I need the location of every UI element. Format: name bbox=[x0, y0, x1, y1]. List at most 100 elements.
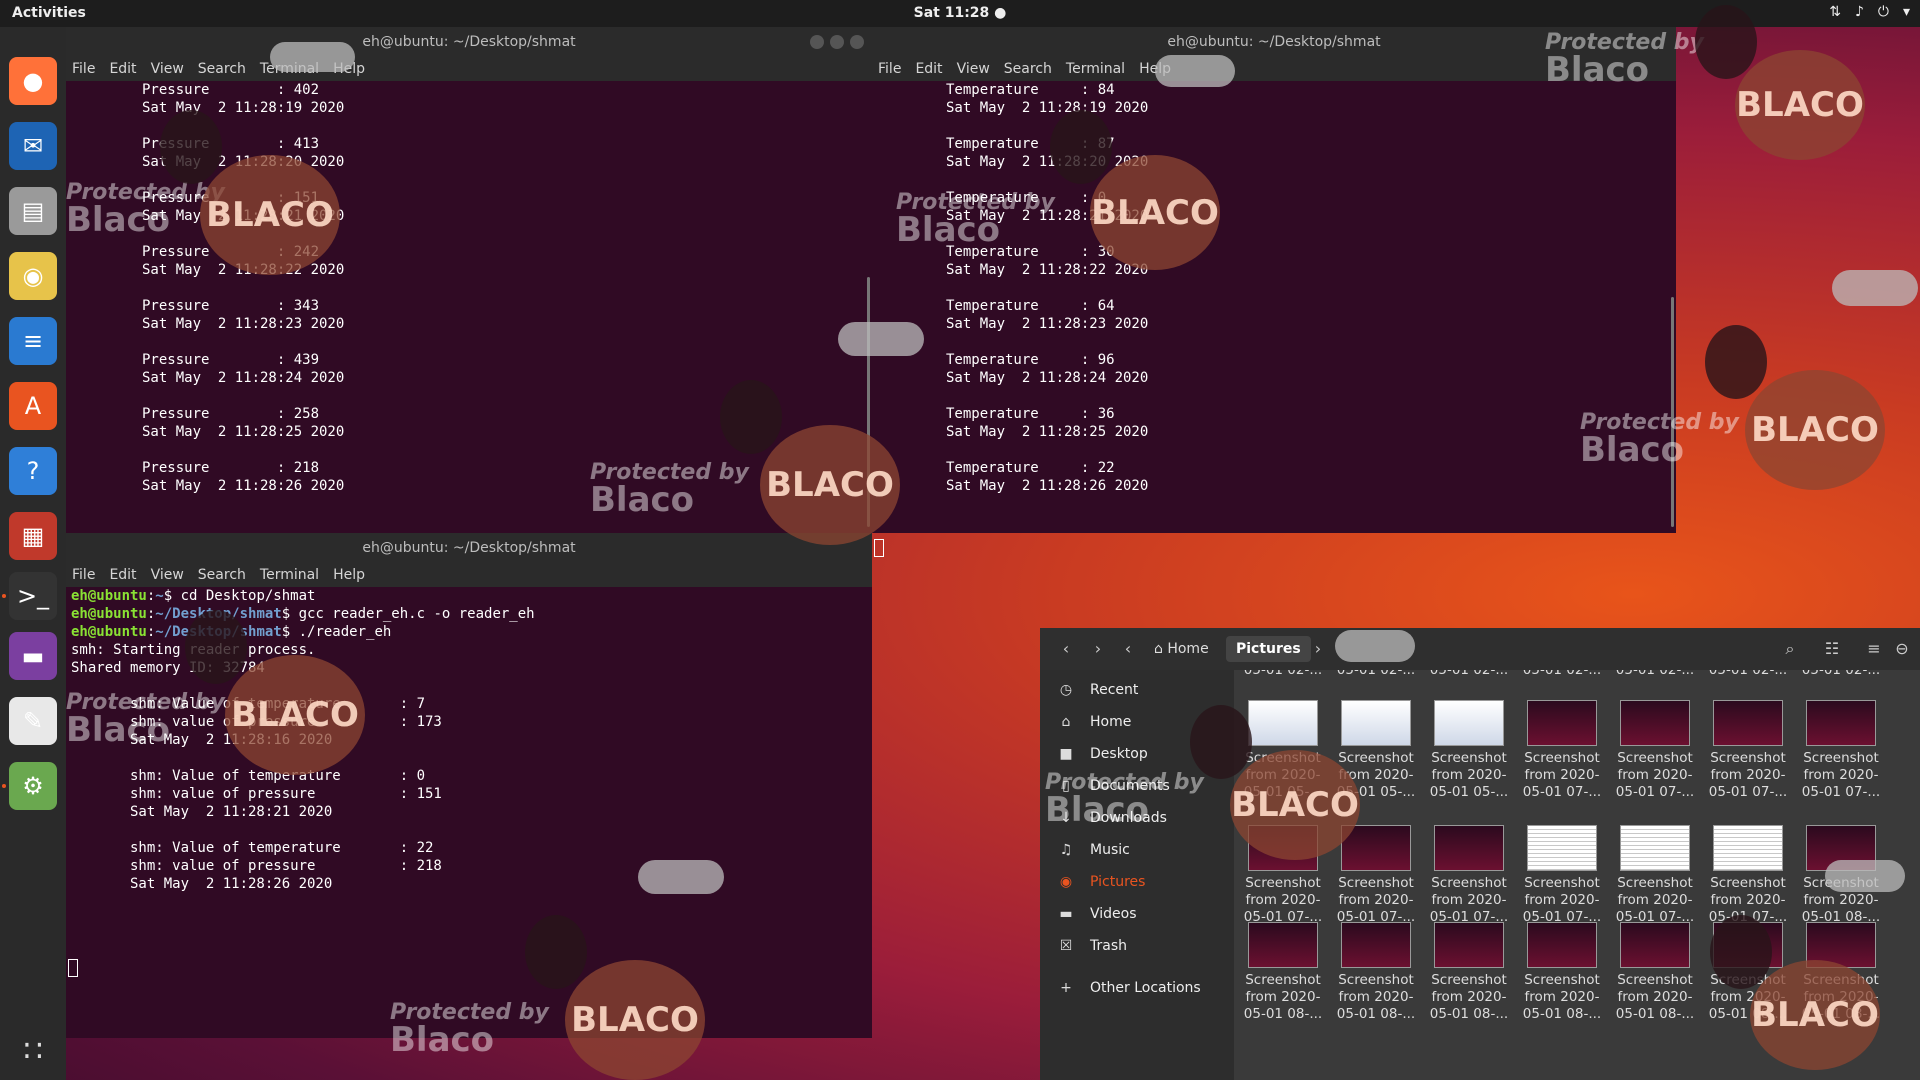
menu-item-file[interactable]: File bbox=[878, 57, 901, 81]
breadcrumb-left-button[interactable]: ‹ bbox=[1120, 636, 1136, 662]
file-item-partial[interactable]: 05-01 02-... bbox=[1796, 670, 1886, 679]
sidebar-item-other-locations[interactable]: + Other Locations bbox=[1040, 972, 1234, 1004]
menu-item-view[interactable]: View bbox=[957, 57, 990, 81]
file-item-partial[interactable]: 05-01 02-... bbox=[1424, 670, 1514, 679]
file-item[interactable]: Screenshotfrom 2020-05-01 08-... bbox=[1424, 922, 1514, 1023]
file-thumbnail bbox=[1248, 700, 1318, 746]
show-applications-button[interactable]: ∷ bbox=[9, 1027, 57, 1075]
menu-button[interactable]: ≡ bbox=[1860, 636, 1888, 662]
terminal-window-pressure[interactable]: eh@ubuntu: ~/Desktop/shmat File Edit View S… bbox=[66, 27, 872, 557]
firefox-launcher[interactable]: ● bbox=[9, 57, 57, 105]
menu-item-help[interactable]: Help bbox=[333, 563, 365, 587]
volume-icon[interactable]: ♪ bbox=[1855, 4, 1864, 20]
rhythmbox-launcher[interactable]: ◉ bbox=[9, 252, 57, 300]
file-item[interactable]: Screenshotfrom 2020-05-01 07-... bbox=[1796, 700, 1886, 801]
menu-item-edit[interactable]: Edit bbox=[109, 563, 136, 587]
file-item[interactable]: Screenshotfrom 2020-05-01 08-... bbox=[1331, 922, 1421, 1023]
menu-item-file[interactable]: File bbox=[72, 57, 95, 81]
breadcrumb-home[interactable]: ⌂ Home bbox=[1144, 636, 1219, 662]
text-editor-launcher[interactable]: ✎ bbox=[9, 697, 57, 745]
breadcrumb-right-button[interactable]: › bbox=[1310, 636, 1326, 662]
file-item-partial[interactable]: 05-01 02-... bbox=[1238, 670, 1328, 679]
watermark-text: Protected by Blaco bbox=[1580, 410, 1739, 470]
file-item-partial[interactable]: 05-01 02-... bbox=[1517, 670, 1607, 679]
file-thumbnail bbox=[1248, 922, 1318, 968]
sidebar-item-label: Pictures bbox=[1090, 874, 1146, 890]
ubuntu-software-launcher[interactable]: A bbox=[9, 382, 57, 430]
window-title[interactable]: eh@ubuntu: ~/Desktop/shmat bbox=[66, 533, 872, 563]
forward-button[interactable]: › bbox=[1084, 636, 1112, 662]
menu-item-terminal[interactable]: Terminal bbox=[1066, 57, 1125, 81]
menu-item-terminal[interactable]: Terminal bbox=[260, 563, 319, 587]
files-launcher[interactable]: ▤ bbox=[9, 187, 57, 235]
menu-item-view[interactable]: View bbox=[151, 57, 184, 81]
image-viewer-launcher[interactable]: ⚙ bbox=[9, 762, 57, 810]
maximize-button[interactable] bbox=[830, 35, 844, 49]
file-item[interactable]: Screenshotfrom 2020-05-01 07-... bbox=[1517, 700, 1607, 801]
sidebar-item-trash[interactable]: ☒ Trash bbox=[1040, 930, 1234, 962]
terminal-window-temperature[interactable]: eh@ubuntu: ~/Desktop/shmat File Edit View S… bbox=[872, 27, 1676, 557]
libreoffice-writer-launcher[interactable]: ≡ bbox=[9, 317, 57, 365]
help-launcher[interactable]: ? bbox=[9, 447, 57, 495]
folder-icon: ■ bbox=[1059, 746, 1073, 762]
watermark-cloud bbox=[1155, 55, 1235, 87]
system-tray[interactable]: ⇅ ♪ ⏻ ▾ bbox=[1829, 4, 1910, 20]
watermark-sheep-head bbox=[1695, 5, 1757, 79]
breadcrumb-pictures[interactable]: Pictures bbox=[1226, 636, 1311, 662]
sidebar-item-pictures[interactable]: ◉ Pictures bbox=[1040, 866, 1234, 898]
minimize-button[interactable] bbox=[810, 35, 824, 49]
menu-item-edit[interactable]: Edit bbox=[915, 57, 942, 81]
sidebar-item-videos[interactable]: ▬ Videos bbox=[1040, 898, 1234, 930]
watermark-text: Protected by Blaco bbox=[66, 690, 225, 750]
video-player-launcher[interactable]: ▬ bbox=[9, 632, 57, 680]
sidebar-item-music[interactable]: ♫ Music bbox=[1040, 834, 1234, 866]
file-item[interactable]: Screenshotfrom 2020-05-01 07-... bbox=[1703, 700, 1793, 801]
back-button[interactable]: ‹ bbox=[1052, 636, 1080, 662]
close-button[interactable]: ⊖ bbox=[1892, 636, 1912, 662]
menu-item-edit[interactable]: Edit bbox=[109, 57, 136, 81]
menu-item-file[interactable]: File bbox=[72, 563, 95, 587]
menu-item-search[interactable]: Search bbox=[198, 57, 246, 81]
file-item[interactable]: Screenshotfrom 2020-05-01 05-... bbox=[1424, 700, 1514, 801]
file-item[interactable]: Screenshotfrom 2020-05-01 07-... bbox=[1610, 700, 1700, 801]
terminal-launcher[interactable]: >_ bbox=[9, 572, 57, 620]
watermark-sheep-head bbox=[1705, 325, 1767, 399]
close-button[interactable] bbox=[850, 35, 864, 49]
file-name-line: from 2020- bbox=[1431, 892, 1507, 908]
music-icon: ♫ bbox=[1059, 842, 1073, 858]
file-item[interactable]: Screenshotfrom 2020-05-01 07-... bbox=[1703, 825, 1793, 926]
file-item[interactable]: Screenshotfrom 2020-05-01 08-... bbox=[1610, 922, 1700, 1023]
search-button[interactable]: ⌕ bbox=[1776, 636, 1804, 662]
file-item-partial[interactable]: 05-01 02-... bbox=[1331, 670, 1421, 679]
dock: ● ✉ ▤ ◉ ≡ A? ▦ >_ ▬ ✎ ⚙ ∷ bbox=[0, 27, 66, 1080]
file-item[interactable]: Screenshotfrom 2020-05-01 07-... bbox=[1424, 825, 1514, 926]
file-item-partial[interactable]: 05-01 02-... bbox=[1610, 670, 1700, 679]
file-item[interactable]: Screenshotfrom 2020-05-01 07-... bbox=[1517, 825, 1607, 926]
file-item[interactable]: Screenshotfrom 2020-05-01 08-... bbox=[1238, 922, 1328, 1023]
file-item-partial[interactable]: 05-01 02-... bbox=[1703, 670, 1793, 679]
terminal-output[interactable]: Temperature : 84 Sat May 2 11:28:19 2020… bbox=[872, 81, 1676, 557]
chevron-down-icon[interactable]: ▾ bbox=[1903, 4, 1910, 20]
window-title[interactable]: eh@ubuntu: ~/Desktop/shmat bbox=[66, 27, 872, 57]
file-item[interactable]: Screenshotfrom 2020-05-01 08-... bbox=[1517, 922, 1607, 1023]
activities-button[interactable]: Activities bbox=[12, 5, 86, 21]
terminal-window-reader[interactable]: eh@ubuntu: ~/Desktop/shmat File Edit View S… bbox=[66, 533, 872, 1038]
sidebar-item-recent[interactable]: ◷ Recent bbox=[1040, 674, 1234, 706]
file-name-line: from 2020- bbox=[1245, 989, 1321, 1005]
app-grid-tiles-launcher[interactable]: ▦ bbox=[9, 512, 57, 560]
file-name-line: from 2020- bbox=[1710, 767, 1786, 783]
file-name-line: from 2020- bbox=[1524, 989, 1600, 1005]
view-toggle-button[interactable]: ☷ bbox=[1818, 636, 1846, 662]
watermark-sheep: BLACO bbox=[565, 960, 705, 1080]
power-icon[interactable]: ⏻ bbox=[1878, 4, 1889, 20]
network-icon[interactable]: ⇅ bbox=[1829, 4, 1841, 20]
clock[interactable]: Sat 11:28 ● bbox=[914, 5, 1007, 21]
menu-item-search[interactable]: Search bbox=[1004, 57, 1052, 81]
thunderbird-launcher[interactable]: ✉ bbox=[9, 122, 57, 170]
file-name-line: 05-01 08-... bbox=[1429, 1006, 1509, 1022]
watermark-sheep: BLACO bbox=[1735, 50, 1865, 160]
menu-item-view[interactable]: View bbox=[151, 563, 184, 587]
file-item[interactable]: Screenshotfrom 2020-05-01 07-... bbox=[1610, 825, 1700, 926]
menu-item-search[interactable]: Search bbox=[198, 563, 246, 587]
watermark-text: Protected by Blaco bbox=[896, 190, 1055, 250]
